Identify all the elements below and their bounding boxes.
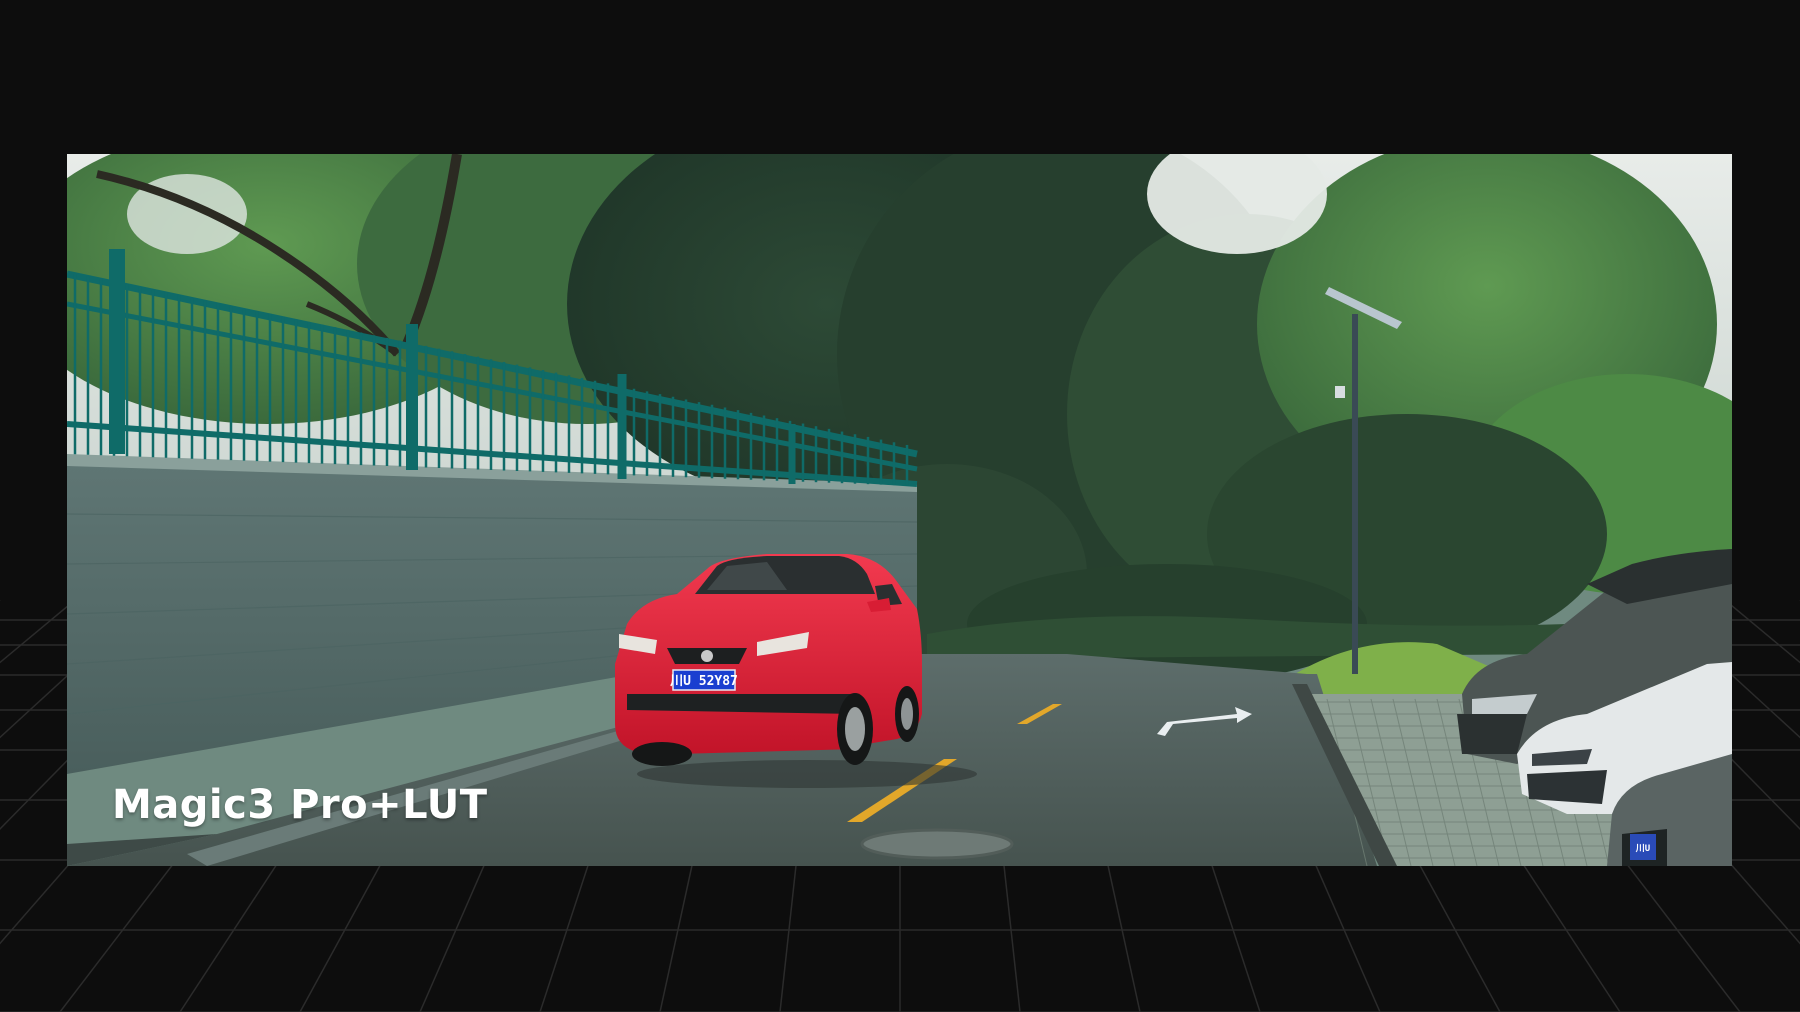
street-scene-image: 川U 52Y87 川U (67, 154, 1732, 866)
license-plate-text: 川U 52Y87 (669, 674, 738, 689)
video-slide: 川U 52Y87 川U Magic3 Pro+LUT (0, 0, 1800, 1012)
video-caption: Magic3 Pro+LUT (112, 782, 488, 828)
video-frame: 川U 52Y87 川U Magic3 Pro+LUT (67, 154, 1732, 866)
license-plate-text: 川U (1635, 843, 1650, 854)
manhole-cover (860, 828, 1014, 860)
